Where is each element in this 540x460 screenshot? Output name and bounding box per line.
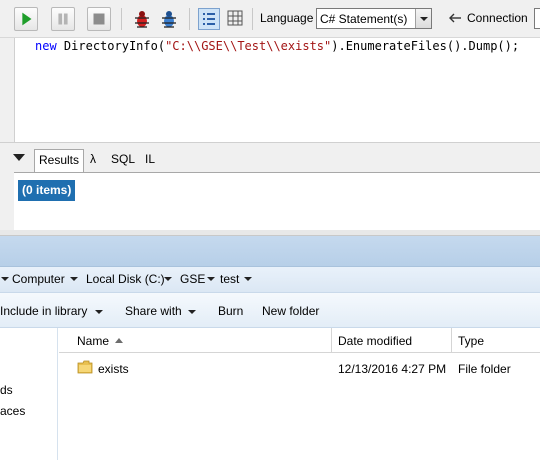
chevron-down-icon[interactable] (95, 310, 103, 314)
collapse-results-icon[interactable] (13, 154, 25, 161)
pause-button[interactable] (51, 7, 75, 31)
language-dropdown[interactable]: C# Statement(s) (316, 8, 432, 29)
share-with-button[interactable]: Share with (125, 304, 182, 318)
file-type: File folder (458, 362, 511, 376)
run-icon (22, 12, 32, 26)
tab-results[interactable]: Results (34, 149, 85, 172)
column-header-label: Type (458, 334, 485, 348)
column-header-type[interactable]: Type (452, 328, 540, 353)
connection-arrow-icon (449, 13, 461, 23)
breadcrumb[interactable]: Computer Local Disk (C:) GSE test (0, 266, 540, 292)
sort-ascending-icon (115, 338, 123, 343)
folder-icon (77, 360, 93, 374)
table-row[interactable]: exists 12/13/2016 4:27 PM File folder (59, 356, 540, 382)
data-grid-results-toggle[interactable] (225, 8, 247, 30)
tab-sql[interactable]: SQL (111, 152, 135, 166)
chevron-down-icon[interactable] (70, 277, 78, 281)
code-prefix: DirectoryInfo( (63, 39, 166, 53)
chevron-down-icon[interactable] (207, 277, 215, 281)
chevron-down-icon[interactable] (244, 277, 252, 281)
code-line: new DirectoryInfo("C:\\GSE\\Test\\exists… (35, 38, 519, 54)
language-label: Language (260, 11, 314, 25)
chevron-down-icon[interactable] (164, 277, 172, 281)
pause-icon (58, 13, 68, 25)
include-in-library-button[interactable]: Include in library (0, 304, 87, 318)
stop-button[interactable] (87, 7, 111, 31)
rich-text-results-toggle[interactable] (198, 8, 220, 30)
tab-lambda[interactable]: λ (90, 152, 96, 166)
code-suffix: ).EnumerateFiles().Dump(); (331, 39, 520, 53)
debug-bug-icon[interactable] (158, 8, 180, 30)
file-name: exists (98, 362, 129, 376)
breadcrumb-test[interactable]: test (220, 272, 239, 286)
column-header-label: Date modified (338, 334, 413, 348)
code-keyword: new (35, 39, 57, 53)
toolbar-separator (252, 8, 253, 30)
results-pane: (0 items) (14, 172, 540, 232)
chevron-down-icon[interactable] (1, 277, 9, 281)
burn-button[interactable]: Burn (218, 304, 243, 318)
file-date-modified: 12/13/2016 4:27 PM (338, 362, 447, 376)
toolbar-separator (189, 8, 190, 30)
nav-item-places[interactable]: aces (0, 404, 25, 418)
nav-item-downloads[interactable]: ds (0, 383, 13, 397)
breadcrumb-computer[interactable]: Computer (12, 272, 65, 286)
data-grid-icon (227, 10, 243, 26)
command-bar: Include in library Share with Burn New f… (0, 292, 540, 328)
breadcrumb-local-disk[interactable]: Local Disk (C:) (86, 272, 165, 286)
query-toolbar: Language C# Statement(s) Connection (0, 0, 540, 38)
connection-label[interactable]: Connection (467, 11, 528, 25)
column-header-label: Name (77, 334, 110, 348)
chevron-down-icon[interactable] (188, 310, 196, 314)
new-folder-button[interactable]: New folder (262, 304, 319, 318)
breadcrumb-gse[interactable]: GSE (180, 272, 205, 286)
results-margin (0, 172, 14, 232)
editor-margin (0, 38, 14, 142)
run-button[interactable] (14, 7, 38, 31)
language-value: C# Statement(s) (320, 12, 408, 26)
results-tab-strip: Results λ SQL IL (0, 148, 540, 172)
items-count-badge[interactable]: (0 items) (18, 180, 76, 201)
stop-icon (93, 13, 105, 25)
explorer-title-bar (0, 236, 540, 266)
file-list: Name Date modified Type exists 12/13/201… (59, 328, 540, 460)
rich-text-grid-icon (203, 13, 215, 25)
code-editor[interactable]: new DirectoryInfo("C:\\GSE\\Test\\exists… (14, 38, 540, 142)
column-header-date-modified[interactable]: Date modified (332, 328, 452, 353)
code-string-literal: "C:\\GSE\\Test\\exists" (165, 39, 332, 53)
bug-icon[interactable] (131, 8, 153, 30)
column-header-name[interactable]: Name (59, 328, 332, 353)
connection-dropdown[interactable] (534, 8, 540, 29)
tab-il[interactable]: IL (145, 152, 155, 166)
chevron-down-icon[interactable] (415, 9, 431, 28)
toolbar-separator (121, 8, 122, 30)
navigation-pane: ds aces (0, 328, 58, 460)
editor-gutter (15, 38, 35, 142)
